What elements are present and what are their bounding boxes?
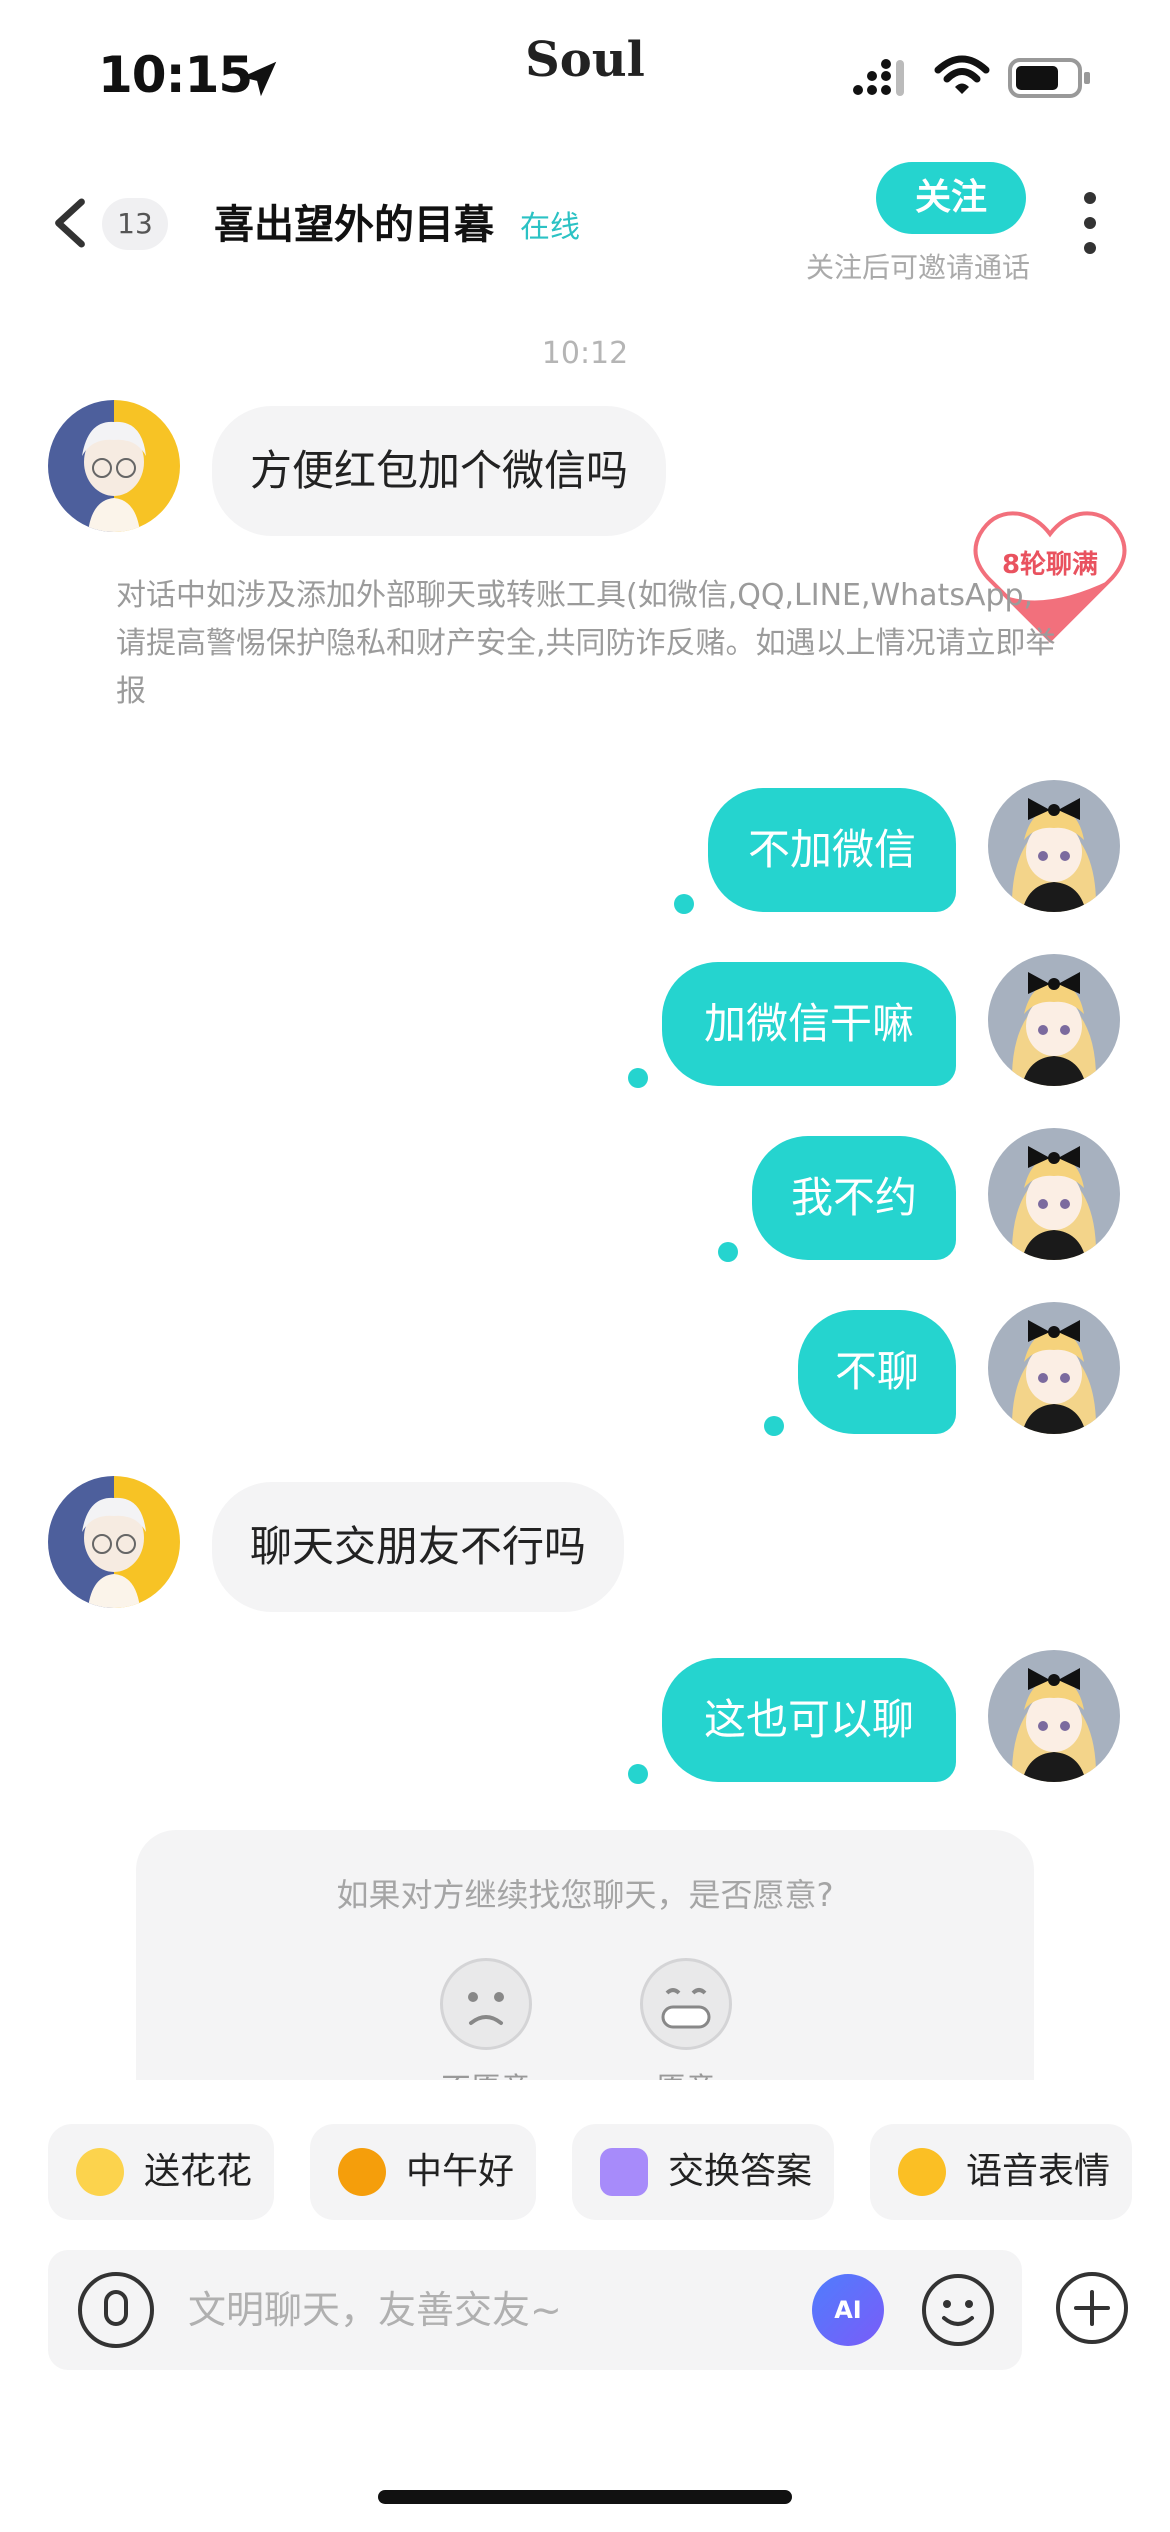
message-input-bar: 文明聊天，友善交友~ AI (48, 2250, 1022, 2370)
read-indicator-dot (674, 894, 694, 914)
cellular-signal-icon (853, 59, 904, 96)
my-avatar[interactable] (988, 1650, 1120, 1782)
my-avatar[interactable] (988, 1302, 1120, 1434)
quick-action-good-noon[interactable]: 中午好 (310, 2124, 536, 2220)
willingness-question: 如果对方继续找您聊天，是否愿意? (336, 1876, 834, 1914)
my-avatar[interactable] (988, 1128, 1120, 1260)
my-avatar-image (988, 1128, 1120, 1260)
quick-action-label: 交换答案 (668, 2151, 813, 2192)
my-avatar-image (988, 1302, 1120, 1434)
incoming-message-bubble[interactable]: 聊天交朋友不行吗 (212, 1482, 625, 1612)
safety-warning-text: 对话中如涉及添加外部聊天或转账工具(如微信,QQ,LINE,WhatsApp,请… (116, 578, 1056, 709)
ai-assistant-label: AI (834, 2296, 862, 2324)
unread-count-badge[interactable]: 13 (102, 198, 168, 250)
quick-action-voice-emoji[interactable]: 语音表情 (870, 2124, 1132, 2220)
swap-icon (600, 2148, 648, 2196)
sun-sunglasses-icon (338, 2148, 386, 2196)
voice-emoji-icon (898, 2148, 946, 2196)
outgoing-message-bubble[interactable]: 这也可以聊 (662, 1658, 956, 1782)
home-indicator[interactable] (378, 2490, 792, 2504)
grin-face-icon[interactable] (640, 1958, 732, 2050)
voice-input-icon[interactable] (78, 2272, 154, 2348)
chat-partner-name[interactable]: 喜出望外的目暮 (214, 198, 494, 252)
read-indicator-dot (628, 1068, 648, 1088)
read-indicator-dot (764, 1416, 784, 1436)
ai-assistant-icon[interactable]: AI (812, 2274, 884, 2346)
my-avatar-image (988, 1650, 1120, 1782)
partner-avatar[interactable] (48, 400, 180, 532)
outgoing-message-bubble[interactable]: 我不约 (752, 1136, 956, 1260)
my-avatar[interactable] (988, 780, 1120, 912)
follow-hint-text: 关注后可邀请通话 (805, 251, 1030, 284)
flower-emoji-icon (76, 2148, 124, 2196)
plus-more-icon[interactable] (1054, 2270, 1130, 2346)
emoji-picker-icon[interactable] (920, 2272, 996, 2348)
willingness-card: 如果对方继续找您聊天，是否愿意? 不愿意 愿意 (136, 1830, 1034, 2080)
message-timestamp: 10:12 (541, 336, 629, 371)
quick-action-bar: 送花花 中午好 交换答案 语音表情 (48, 2124, 1170, 2224)
my-avatar-image (988, 954, 1120, 1086)
my-avatar-image (988, 780, 1120, 912)
outgoing-message-bubble[interactable]: 不聊 (798, 1310, 956, 1434)
sad-face-icon[interactable] (440, 1958, 532, 2050)
quick-action-label: 中午好 (406, 2151, 515, 2192)
outgoing-message-bubble[interactable]: 不加微信 (708, 788, 956, 912)
my-avatar[interactable] (988, 954, 1120, 1086)
message-input[interactable]: 文明聊天，友善交友~ (188, 2250, 562, 2370)
battery-icon (1008, 58, 1090, 98)
wifi-icon (934, 55, 990, 94)
option-willing-label[interactable]: 愿意 (626, 2064, 746, 2080)
online-status: 在线 (520, 210, 580, 245)
status-bar: 10:15 Soul (0, 0, 1170, 140)
quick-action-label: 语音表情 (966, 2151, 1111, 2192)
more-options-icon[interactable] (1080, 192, 1100, 258)
quick-action-swap-answers[interactable]: 交换答案 (572, 2124, 834, 2220)
option-unwilling-label[interactable]: 不愿意 (426, 2064, 546, 2080)
partner-avatar[interactable] (48, 1476, 180, 1608)
app-brand-logo: Soul (525, 32, 645, 88)
quick-action-label: 送花花 (144, 2151, 253, 2192)
partner-avatar-image (48, 1476, 180, 1608)
outgoing-message-bubble[interactable]: 加微信干嘛 (662, 962, 956, 1086)
partner-avatar-image (48, 400, 180, 532)
read-indicator-dot (628, 1764, 648, 1784)
quick-action-send-flower[interactable]: 送花花 (48, 2124, 274, 2220)
back-chevron-icon[interactable] (50, 198, 90, 248)
read-indicator-dot (718, 1242, 738, 1262)
follow-button[interactable]: 关注 (876, 162, 1026, 234)
incoming-message-bubble[interactable]: 方便红包加个微信吗 (212, 406, 667, 536)
